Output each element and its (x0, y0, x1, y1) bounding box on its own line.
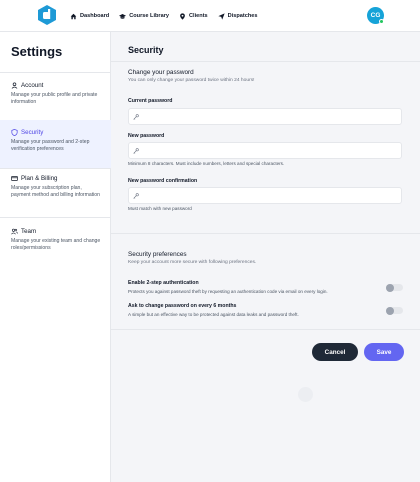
toggle-knob (386, 283, 394, 292)
two-step-auth-label: Enable 2-step authentication (128, 280, 199, 286)
save-button[interactable]: Save (364, 343, 404, 361)
toggle-knob (386, 306, 394, 315)
password-rotation-label: Ask to change password on every 6 months (128, 303, 237, 309)
sidebar-item-description: Manage your existing team and change rol… (11, 238, 101, 252)
app-logo[interactable] (38, 5, 56, 25)
online-status-dot (379, 19, 384, 24)
nav-links: Dashboard Course Library Clients Dispatc… (70, 0, 258, 32)
divider (111, 61, 420, 62)
divider (111, 329, 420, 330)
nav-link-course-library[interactable]: Course Library (119, 13, 169, 20)
credit-card-icon (11, 176, 18, 181)
divider (0, 217, 111, 218)
nav-link-clients[interactable]: Clients (179, 12, 208, 20)
security-preferences-title: Security preferences (128, 251, 187, 258)
graduation-cap-icon (119, 13, 127, 19)
section-title: Security (128, 45, 164, 55)
security-preferences-description: Keep your account more secure with follo… (128, 260, 257, 265)
nav-link-label: Course Library (129, 13, 170, 19)
confirm-password-input[interactable] (142, 192, 392, 199)
current-password-input[interactable] (142, 113, 392, 120)
shield-icon (11, 129, 18, 136)
send-icon (218, 12, 225, 20)
change-password-title: Change your password (128, 69, 194, 76)
password-rotation-toggle[interactable] (386, 306, 403, 315)
key-icon (133, 113, 139, 120)
cancel-button[interactable]: Cancel (312, 343, 358, 361)
nav-link-label: Dispatches (227, 13, 258, 19)
two-step-auth-description: Protects you against password theft by r… (128, 289, 328, 294)
divider (111, 233, 420, 234)
sidebar-item-plan-billing[interactable]: Plan & Billing Manage your subscription … (0, 175, 111, 219)
user-icon (11, 82, 18, 89)
confirm-password-label: New password confirmation (128, 178, 198, 184)
new-password-input[interactable] (142, 147, 392, 154)
users-icon (11, 228, 18, 235)
nav-link-dispatches[interactable]: Dispatches (218, 12, 258, 20)
password-rotation-description: A simple but an effective way to be prot… (128, 312, 299, 317)
sidebar-item-label: Account (21, 82, 44, 89)
sidebar-item-description: Manage your password and 2-step verifica… (11, 139, 90, 153)
new-password-hint: Minimum 8 characters. Must include numbe… (128, 161, 285, 166)
current-password-label: Current password (128, 98, 173, 104)
sidebar-item-description: Manage your subscription plan, payment m… (11, 185, 100, 199)
nav-link-dashboard[interactable]: Dashboard (70, 13, 109, 20)
map-pin-icon (180, 12, 185, 20)
sidebar-item-label: Security (21, 129, 44, 136)
top-navbar: Dashboard Course Library Clients Dispatc… (0, 0, 420, 32)
nav-link-label: Dashboard (80, 13, 110, 19)
key-icon (133, 192, 139, 199)
divider (0, 168, 111, 169)
page-title: Settings (11, 44, 63, 59)
sidebar-item-account[interactable]: Account Manage your public profile and p… (0, 82, 111, 118)
change-password-description: You can only change your password twice … (128, 78, 255, 83)
settings-sidebar: Settings Account Manage your public prof… (0, 32, 111, 482)
new-password-field[interactable] (128, 142, 402, 159)
confirm-password-hint: Must match with new password (128, 206, 192, 211)
key-icon (133, 147, 139, 154)
nav-link-label: Clients (189, 13, 208, 19)
sidebar-item-security[interactable]: Security Manage your password and 2-step… (0, 120, 111, 168)
sidebar-item-team[interactable]: Team Manage your existing team and chang… (0, 228, 111, 264)
divider (0, 72, 111, 73)
two-step-auth-toggle[interactable] (386, 283, 403, 292)
current-password-field[interactable] (128, 108, 402, 125)
confirm-password-field[interactable] (128, 187, 402, 204)
new-password-label: New password (128, 133, 165, 139)
security-panel: Security Change your password You can on… (111, 32, 420, 482)
home-icon (70, 13, 77, 19)
sidebar-item-label: Plan & Billing (21, 175, 58, 182)
sidebar-item-description: Manage your public profile and private i… (11, 92, 98, 106)
background-decoration (298, 387, 313, 402)
sidebar-item-label: Team (21, 228, 37, 235)
